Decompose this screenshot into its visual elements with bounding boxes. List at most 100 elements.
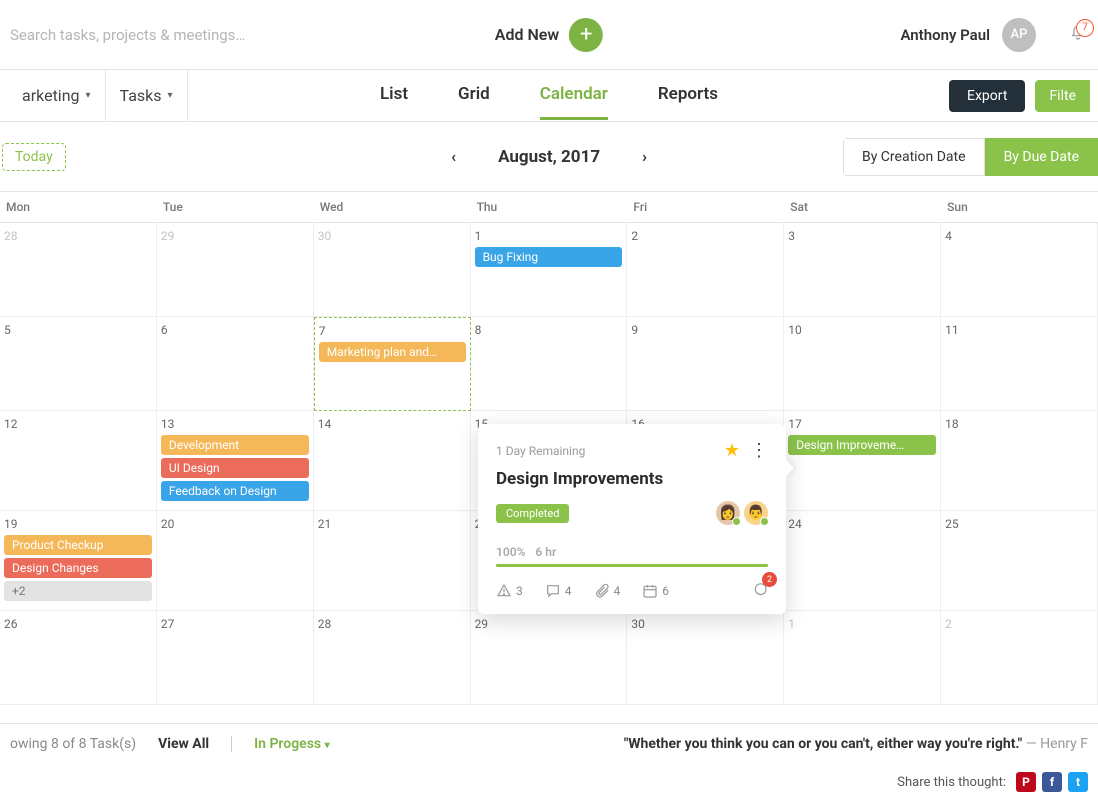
day-number: 11	[945, 323, 1093, 337]
day-number: 8	[475, 323, 623, 337]
breadcrumb-section[interactable]: Tasks ▾	[106, 70, 188, 121]
tab-grid[interactable]: Grid	[458, 71, 490, 120]
popover-title: Design Improvements	[496, 469, 768, 489]
by-creation-option[interactable]: By Creation Date	[843, 138, 985, 176]
priority-icon	[496, 583, 512, 599]
calendar-cell[interactable]: 6	[157, 317, 314, 411]
task-chip[interactable]: Feedback on Design	[161, 481, 309, 501]
facebook-icon[interactable]: f	[1042, 772, 1062, 792]
task-chip[interactable]: UI Design	[161, 458, 309, 478]
tab-calendar[interactable]: Calendar	[540, 71, 608, 120]
tab-reports[interactable]: Reports	[658, 71, 718, 120]
footer: owing 8 of 8 Task(s) View All In Progess…	[0, 723, 1098, 798]
view-all-link[interactable]: View All	[158, 736, 209, 752]
next-month-button[interactable]: ›	[642, 147, 647, 166]
calendar-cell[interactable]: 7 Marketing plan and…	[314, 317, 471, 411]
search-input[interactable]	[10, 20, 330, 50]
task-chip[interactable]: Design Changes	[4, 558, 152, 578]
progress-hours: 6 hr	[535, 545, 556, 559]
day-number: 20	[161, 517, 309, 531]
calendar-cell[interactable]: 3	[784, 223, 941, 317]
calendar-cell[interactable]: 27	[157, 611, 314, 705]
calendar-cell[interactable]: 20	[157, 511, 314, 611]
assignees: 👩 👨	[716, 501, 768, 525]
in-progress-filter[interactable]: In Progess ▾	[254, 736, 330, 752]
calendar-cell[interactable]: 14	[314, 411, 471, 511]
by-due-option[interactable]: By Due Date	[985, 138, 1098, 176]
calendar-cell[interactable]: 17 Design Improveme…	[784, 411, 941, 511]
calendar-cell[interactable]: 5	[0, 317, 157, 411]
calendar-cell[interactable]: 2	[627, 223, 784, 317]
calendar-cell[interactable]: 1 Bug Fixing	[471, 223, 628, 317]
pinterest-icon[interactable]: P	[1016, 772, 1036, 792]
calendar-cell[interactable]: 24	[784, 511, 941, 611]
month-nav: Today ‹ August, 2017 › By Creation Date …	[0, 122, 1098, 192]
chevron-down-icon: ▾	[325, 740, 330, 751]
calendar-cell[interactable]: 8	[471, 317, 628, 411]
day-number: 21	[318, 517, 466, 531]
day-number: 25	[945, 517, 1093, 531]
day-header: Wed	[314, 192, 471, 222]
assignee-avatar[interactable]: 👩	[716, 501, 740, 525]
twitter-icon[interactable]: t	[1068, 772, 1088, 792]
day-number: 1	[475, 229, 623, 243]
calendar-cell[interactable]: 29	[471, 611, 628, 705]
chat-button[interactable]: 2	[752, 581, 768, 600]
task-chip[interactable]: Marketing plan and…	[319, 342, 466, 362]
day-header: Mon	[0, 192, 157, 222]
assignee-avatar[interactable]: 👨	[744, 501, 768, 525]
calendar-cell[interactable]: 10	[784, 317, 941, 411]
calendar-cell[interactable]: 1	[784, 611, 941, 705]
calendar-cell[interactable]: 2	[941, 611, 1098, 705]
task-chip[interactable]: Product Checkup	[4, 535, 152, 555]
username: Anthony Paul	[900, 26, 990, 44]
progress-percent: 100%	[496, 545, 525, 559]
day-number: 7	[319, 324, 466, 338]
calendar-cell[interactable]: 25	[941, 511, 1098, 611]
day-number: 26	[4, 617, 152, 631]
calendar-cell[interactable]: 9	[627, 317, 784, 411]
task-chip[interactable]: +2	[4, 581, 152, 601]
star-icon[interactable]: ★	[724, 440, 740, 461]
attachment-icon	[594, 583, 610, 599]
filter-button[interactable]: Filte	[1035, 80, 1090, 112]
day-header: Thu	[471, 192, 628, 222]
popover-arrow	[786, 460, 794, 476]
calendar-cell[interactable]: 28	[314, 611, 471, 705]
task-chip[interactable]: Design Improveme…	[788, 435, 936, 455]
calendar-cell[interactable]: 26	[0, 611, 157, 705]
day-number: 17	[788, 417, 936, 431]
export-button[interactable]: Export	[949, 80, 1025, 112]
task-chip[interactable]: Bug Fixing	[475, 247, 623, 267]
add-new: Add New +	[495, 18, 603, 52]
share-label: Share this thought:	[897, 775, 1006, 790]
stat-comments: 4	[545, 583, 572, 599]
today-button[interactable]: Today	[2, 143, 66, 171]
calendar-cell[interactable]: 18	[941, 411, 1098, 511]
calendar-cell[interactable]: 30	[627, 611, 784, 705]
tab-list[interactable]: List	[380, 71, 408, 120]
month-label: August, 2017	[498, 147, 600, 167]
calendar-cell[interactable]: 11	[941, 317, 1098, 411]
breadcrumb-project[interactable]: arketing ▾	[8, 70, 106, 121]
calendar-cell[interactable]: 12	[0, 411, 157, 511]
day-number: 10	[788, 323, 936, 337]
calendar-cell[interactable]: 28	[0, 223, 157, 317]
calendar-cell[interactable]: 29	[157, 223, 314, 317]
calendar-cell[interactable]: 13DevelopmentUI DesignFeedback on Design	[157, 411, 314, 511]
calendar-cell[interactable]: 4	[941, 223, 1098, 317]
prev-month-button[interactable]: ‹	[451, 147, 456, 166]
date-mode-toggle: By Creation Date By Due Date	[843, 138, 1098, 176]
avatar[interactable]: AP	[1002, 18, 1036, 52]
notifications-button[interactable]: 7	[1070, 25, 1086, 45]
task-chip[interactable]: Development	[161, 435, 309, 455]
divider	[231, 736, 232, 752]
day-header: Sat	[784, 192, 941, 222]
calendar-icon	[642, 583, 658, 599]
add-new-button[interactable]: +	[569, 18, 603, 52]
calendar-cell[interactable]: 21	[314, 511, 471, 611]
calendar-cell[interactable]: 30	[314, 223, 471, 317]
more-menu-button[interactable]: ⋮	[750, 447, 768, 454]
task-count: owing 8 of 8 Task(s)	[10, 736, 136, 752]
calendar-cell[interactable]: 19Product CheckupDesign Changes+2	[0, 511, 157, 611]
